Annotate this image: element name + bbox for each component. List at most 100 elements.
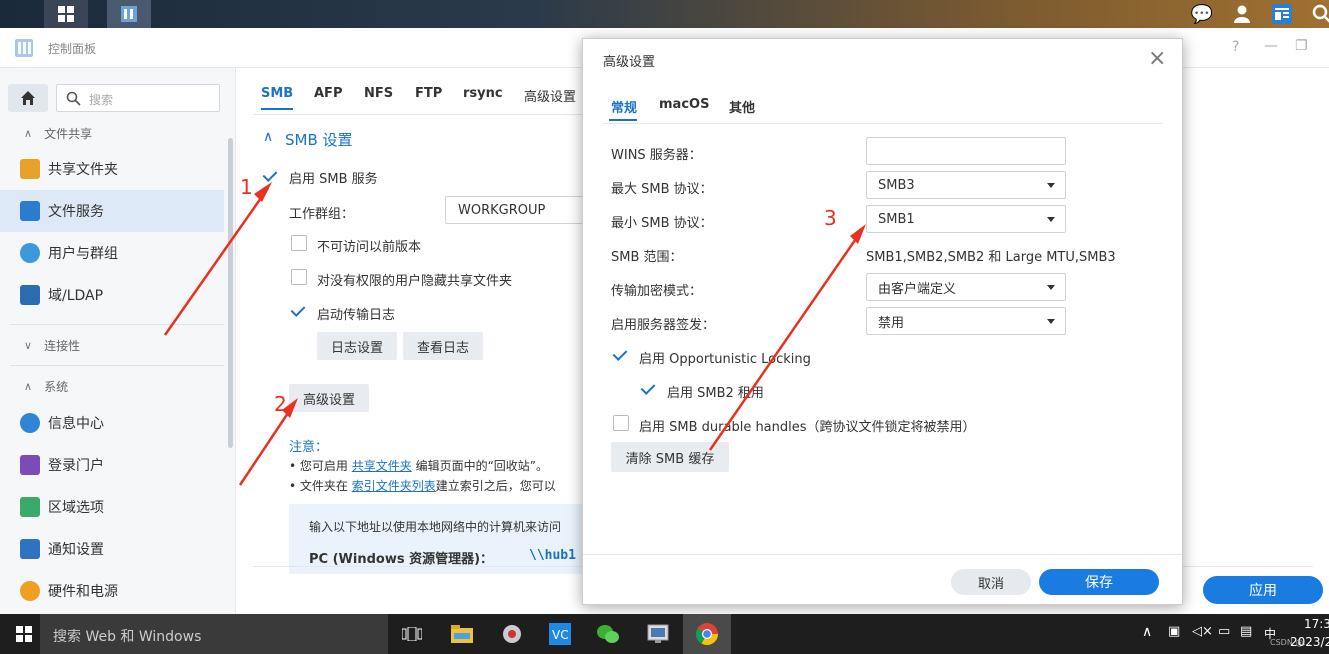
tab-advanced[interactable]: 高级设置 [524, 86, 576, 105]
chrome-icon[interactable] [683, 614, 731, 654]
home-icon [21, 91, 35, 105]
volume-mute-icon[interactable]: ◁× [1192, 624, 1213, 639]
notification-icon [20, 539, 40, 559]
info-pc-label: PC (Windows 资源管理器)： [309, 552, 494, 567]
divider [10, 365, 224, 366]
widgets-icon[interactable] [1260, 0, 1304, 28]
note-line-2: • 文件夹在 索引文件夹列表建立索引之后，您可以 [289, 479, 556, 493]
close-icon[interactable]: × [1148, 46, 1166, 71]
help-button[interactable]: ? [1232, 39, 1239, 55]
note-line-1: • 您可启用 共享文件夹 编辑页面中的“回收站”。 [289, 459, 549, 473]
max-smb-select[interactable]: SMB3 [866, 171, 1066, 199]
enable-smb-checkbox[interactable] [263, 168, 279, 184]
advanced-settings-button[interactable]: 高级设置 [289, 384, 369, 412]
encryption-label: 传输加密模式： [611, 284, 703, 299]
sidebar-scrollbar[interactable] [228, 138, 233, 448]
tab-afp[interactable]: AFP [314, 86, 342, 101]
remote-desktop-icon[interactable] [634, 614, 682, 654]
durable-handles-checkbox[interactable] [613, 415, 629, 431]
oplock-label: 启用 Opportunistic Locking [639, 352, 811, 367]
hide-shares-checkbox[interactable] [291, 269, 307, 285]
wechat-icon[interactable] [584, 614, 632, 654]
sidebar-item-notifications[interactable]: 通知设置 [0, 528, 224, 570]
info-pc-value: \\hub1 [529, 548, 576, 563]
view-log-button[interactable]: 查看日志 [403, 332, 483, 360]
encryption-select[interactable]: 由客户端定义 [866, 273, 1066, 301]
login-portal-icon [20, 455, 40, 475]
clock-date[interactable]: 2023/2 [1290, 635, 1329, 649]
log-settings-button[interactable]: 日志设置 [317, 332, 397, 360]
signing-select[interactable]: 禁用 [866, 307, 1066, 335]
sidebar-item-regional-options[interactable]: 区域选项 [0, 486, 224, 528]
prev-versions-checkbox[interactable] [291, 235, 307, 251]
clear-smb-cache-button[interactable]: 清除 SMB 缓存 [611, 442, 729, 472]
category-system[interactable]: ∧ 系统 [0, 371, 224, 401]
index-folder-link[interactable]: 索引文件夹列表 [352, 479, 436, 493]
sidebar-item-file-services[interactable]: 文件服务 [0, 190, 224, 232]
bulb-icon [20, 581, 40, 601]
category-file-sharing[interactable]: ∧ 文件共享 [0, 118, 224, 148]
collapse-icon[interactable]: ∧ [263, 129, 273, 145]
file-explorer-icon[interactable] [438, 614, 486, 654]
tray-network-icon[interactable]: ▣ [1168, 624, 1180, 639]
save-button[interactable]: 保存 [1039, 569, 1159, 595]
chevron-up-icon: ∧ [24, 126, 33, 140]
dialog-tab-general[interactable]: 常规 [611, 97, 637, 116]
oplock-checkbox[interactable] [613, 347, 629, 363]
maximize-button[interactable]: ❐ [1295, 38, 1308, 54]
control-panel-icon [14, 38, 34, 58]
info-icon [20, 413, 40, 433]
control-panel-taskbar-icon[interactable] [107, 0, 151, 28]
minimize-button[interactable]: — [1264, 38, 1278, 54]
dialog-tabs-divider [603, 123, 1163, 124]
folder-icon [20, 159, 40, 179]
min-smb-label: 最小 SMB 协议： [611, 216, 713, 231]
tab-rsync[interactable]: rsync [463, 86, 503, 101]
clock-time[interactable]: 17:3 [1304, 617, 1329, 631]
dsm-top-bar: 💬 [0, 0, 1329, 28]
home-button[interactable] [8, 84, 48, 112]
workgroup-input[interactable]: WORKGROUP [445, 196, 585, 224]
sidebar-item-hardware-power[interactable]: 硬件和电源 [0, 570, 224, 612]
search-icon [66, 91, 81, 106]
sidebar-item-login-portal[interactable]: 登录门户 [0, 444, 224, 486]
smb2-lease-label: 启用 SMB2 租用 [667, 386, 764, 401]
tab-nfs[interactable]: NFS [364, 86, 393, 101]
tab-ftp[interactable]: FTP [415, 86, 442, 101]
cancel-button[interactable]: 取消 [951, 569, 1031, 595]
vscode-icon[interactable]: VC [536, 614, 584, 654]
sidebar-item-shared-folder[interactable]: 共享文件夹 [0, 148, 224, 190]
sidebar-search-input[interactable]: 搜索 [56, 84, 220, 112]
apply-button[interactable]: 应用 [1203, 576, 1323, 604]
app-icon-1[interactable] [488, 614, 536, 654]
sidebar-item-users-groups[interactable]: 用户与群组 [0, 232, 224, 274]
sidebar-item-info-center[interactable]: 信息中心 [0, 402, 224, 444]
dialog-tab-other[interactable]: 其他 [729, 97, 755, 116]
annotation-number-3: 3 [824, 206, 837, 230]
active-tab-indicator [261, 108, 293, 110]
category-connectivity[interactable]: ∨ 连接性 [0, 330, 224, 360]
workgroup-label: 工作群组： [289, 207, 355, 222]
tray-display-icon[interactable]: ▭ [1218, 624, 1230, 639]
dialog-footer-divider [583, 554, 1182, 555]
tab-smb[interactable]: SMB [261, 86, 293, 101]
app-grid-icon[interactable] [44, 0, 88, 28]
transfer-log-checkbox[interactable] [291, 303, 307, 319]
tray-chevron-up-icon[interactable]: ∧ [1142, 624, 1152, 640]
min-smb-select[interactable]: SMB1 [866, 205, 1066, 233]
search-icon[interactable] [1300, 0, 1329, 28]
chat-icon[interactable]: 💬 [1180, 0, 1224, 28]
dialog-tab-macos[interactable]: macOS [659, 97, 709, 112]
shared-folder-link[interactable]: 共享文件夹 [352, 459, 412, 473]
sidebar: 搜索 ∧ 文件共享 共享文件夹 文件服务 用户与群组 域/LDAP ∨ 连接性 ∧ 系… [0, 68, 236, 614]
enable-smb-label: 启用 SMB 服务 [289, 172, 378, 187]
user-icon[interactable] [1220, 0, 1264, 28]
wins-input[interactable] [866, 137, 1066, 165]
sidebar-item-domain-ldap[interactable]: 域/LDAP [0, 274, 224, 316]
taskbar-search-box[interactable]: 搜索 Web 和 Windows [40, 614, 388, 654]
notification-center-icon[interactable]: ▤ [1240, 624, 1252, 639]
task-view-icon[interactable] [388, 614, 436, 654]
smb2-lease-checkbox[interactable] [641, 381, 657, 397]
info-text: 输入以下地址以使用本地网络中的计算机来访问 [309, 520, 562, 534]
taskbar-search-placeholder: 搜索 Web 和 Windows [53, 629, 202, 645]
